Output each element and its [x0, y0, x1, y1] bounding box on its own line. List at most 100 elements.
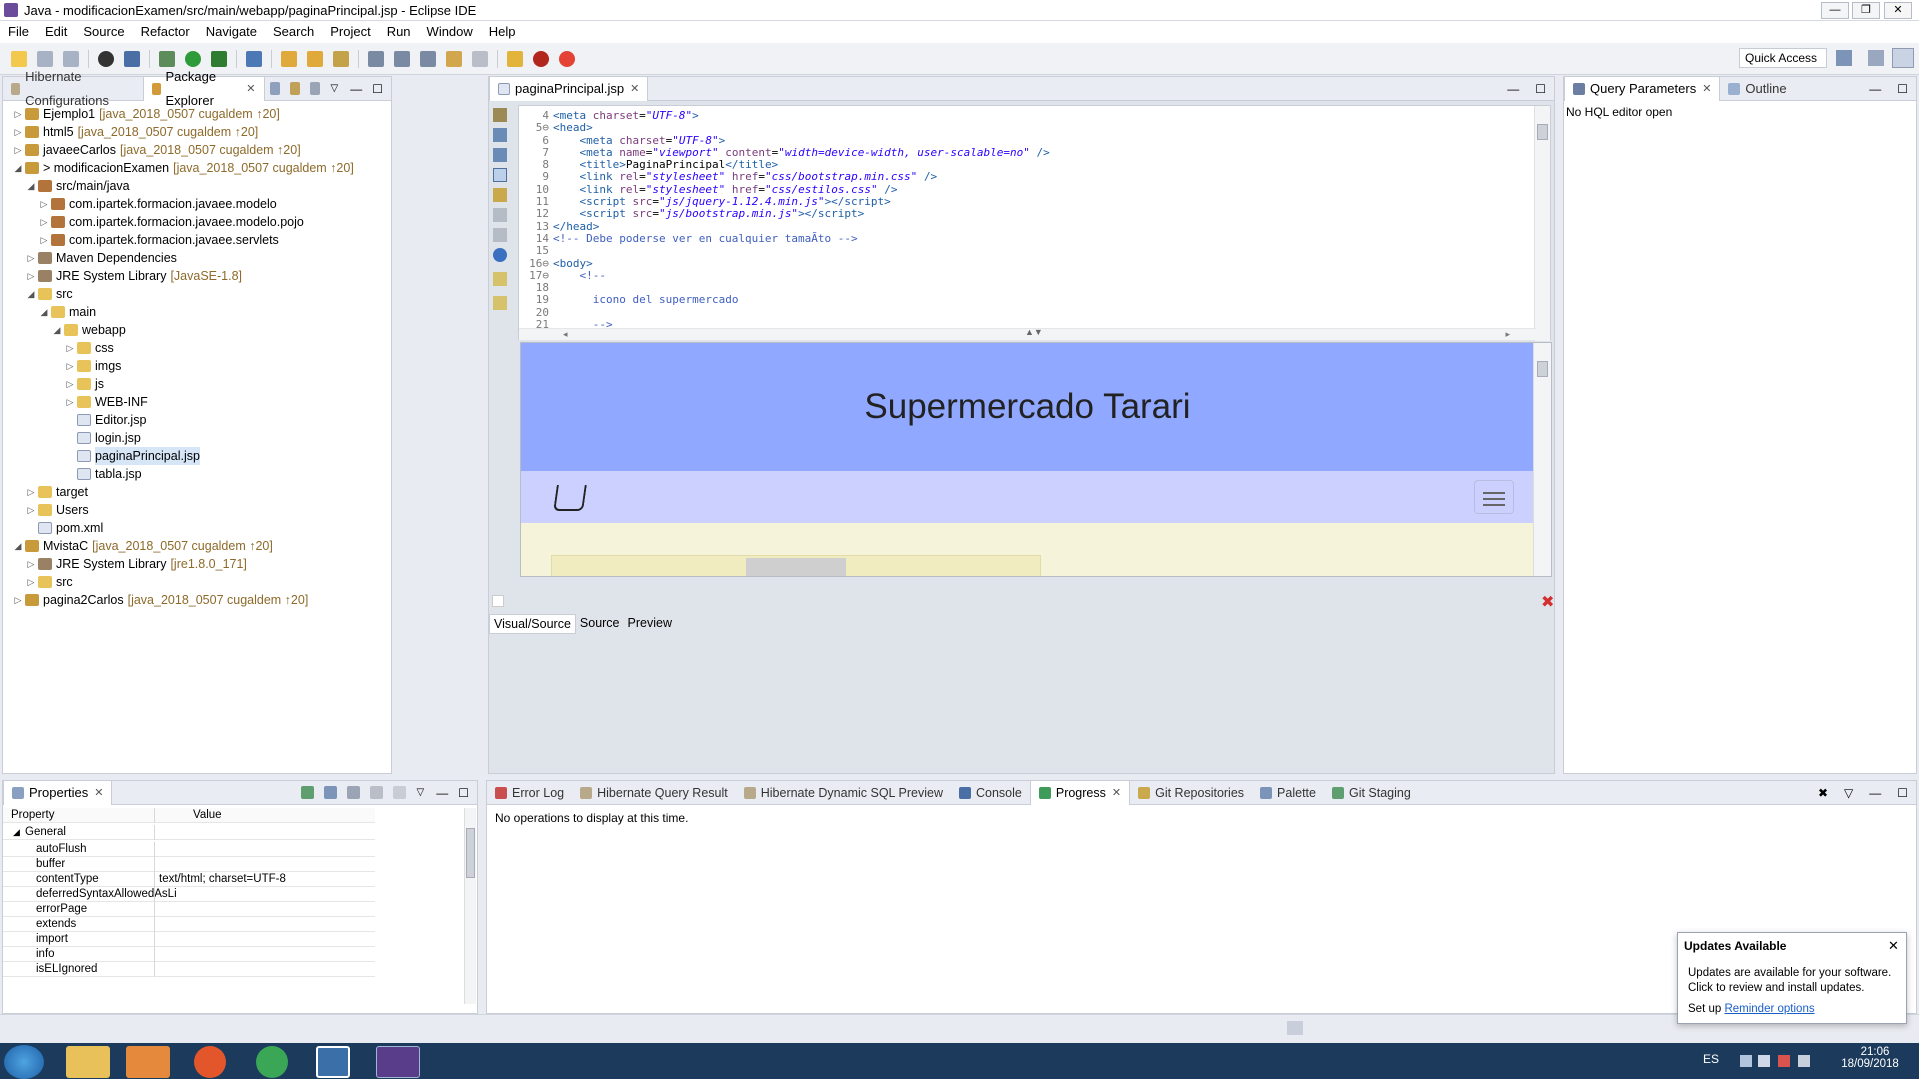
expand-arrow-icon[interactable]: ◢ [52, 321, 62, 339]
menu-help[interactable]: Help [489, 21, 516, 43]
chrome-taskbar-icon[interactable] [256, 1046, 288, 1078]
property-row[interactable]: buffer [3, 857, 375, 872]
expand-arrow-icon[interactable]: ▷ [13, 591, 23, 609]
expand-arrow-icon[interactable]: ▷ [13, 105, 23, 123]
annotation-icon[interactable] [368, 50, 384, 67]
tab-hibernate-configurations[interactable]: Hibernate Configurations [3, 69, 143, 108]
reminder-options-link[interactable]: Reminder options [1724, 1003, 1814, 1015]
tools-icon[interactable] [493, 108, 507, 122]
tree-item[interactable]: ◢ main [39, 303, 97, 321]
maximize-view-icon[interactable]: ☐ [372, 82, 383, 96]
tree-item[interactable]: tabla.jsp [65, 465, 142, 483]
refresh-server-icon[interactable] [559, 50, 575, 67]
tree-item[interactable]: ▷ html5 [java_2018_0507 cugaldem ↑20] [13, 123, 259, 141]
expand-arrow-icon[interactable]: ▷ [65, 393, 75, 411]
property-row[interactable]: extends [3, 917, 375, 932]
menu-search[interactable]: Search [273, 21, 314, 43]
tab-git-staging[interactable]: Git Staging [1324, 781, 1419, 805]
maximize-properties-icon[interactable]: ☐ [458, 786, 469, 800]
volume-icon[interactable] [1758, 1055, 1770, 1067]
tab-source[interactable]: Source [576, 614, 624, 634]
property-row[interactable]: isELIgnored [3, 962, 375, 977]
filter-icon[interactable] [346, 786, 360, 799]
next-annotation-icon[interactable] [394, 50, 410, 67]
app-taskbar-icon[interactable] [316, 1046, 350, 1078]
close-query-tab-icon[interactable]: ✕ [1702, 77, 1711, 101]
tree-item[interactable]: ▷ css [65, 339, 114, 357]
minimize-view-icon[interactable]: — [350, 82, 362, 96]
tree-item[interactable]: ▷ WEB-INF [65, 393, 148, 411]
globe-icon[interactable] [493, 248, 507, 262]
expand-general-icon[interactable]: ◢ [13, 825, 20, 840]
tree-item[interactable]: ▷ pagina2Carlos [java_2018_0507 cugaldem ↑… [13, 591, 309, 609]
code-vertical-scrollbar[interactable] [1534, 106, 1550, 341]
maximize-editor-icon[interactable]: ☐ [1535, 82, 1546, 96]
tree-item[interactable]: ◢ src/main/java [26, 177, 130, 195]
templates-icon[interactable] [493, 272, 507, 286]
expand-arrow-icon[interactable]: ▷ [26, 573, 36, 591]
language-indicator[interactable]: ES [1703, 1052, 1719, 1066]
source-view-icon[interactable] [493, 168, 507, 182]
maximize-button[interactable]: ❐ [1852, 2, 1880, 19]
tree-item[interactable]: ▷ Users [26, 501, 89, 519]
quick-access-field[interactable]: Quick Access [1739, 48, 1827, 68]
properties-view-menu-icon[interactable]: ▽ [417, 787, 425, 798]
tree-item[interactable]: ▷ imgs [65, 357, 122, 375]
expand-arrow-icon[interactable]: ◢ [39, 303, 49, 321]
expand-arrow-icon[interactable]: ◢ [26, 285, 36, 303]
media-player-taskbar-icon[interactable] [126, 1046, 170, 1078]
close-tab-icon[interactable]: ✕ [246, 77, 255, 101]
tab-visual-source[interactable]: Visual/Source [489, 614, 576, 634]
templates-alt-icon[interactable] [493, 296, 507, 310]
open-type-icon[interactable] [281, 50, 297, 67]
perspective-java-icon[interactable] [1892, 48, 1914, 68]
status-checkbox[interactable] [492, 595, 504, 607]
expand-arrow-icon[interactable]: ▷ [26, 267, 36, 285]
tree-item[interactable]: login.jsp [65, 429, 141, 447]
remove-all-icon[interactable]: ✖ [1818, 786, 1828, 800]
property-row[interactable]: info [3, 947, 375, 962]
close-editor-tab-icon[interactable]: ✕ [630, 77, 639, 101]
property-row[interactable]: errorPage [3, 902, 375, 917]
minimize-properties-icon[interactable]: — [436, 786, 448, 800]
forward-icon[interactable] [493, 228, 507, 242]
tab-console[interactable]: Console [951, 781, 1030, 805]
page-design-icon[interactable] [493, 148, 507, 162]
network-icon[interactable] [1778, 1055, 1790, 1067]
tab-outline[interactable]: Outline [1720, 77, 1794, 101]
expand-arrow-icon[interactable]: ▷ [26, 249, 36, 267]
tab-package-explorer[interactable]: Package Explorer ✕ [142, 69, 265, 108]
tree-item[interactable]: ▷ Ejemplo1 [java_2018_0507 cugaldem ↑20] [13, 105, 280, 123]
expand-arrow-icon[interactable]: ▷ [26, 501, 36, 519]
expand-arrow-icon[interactable]: ◢ [26, 177, 36, 195]
view-menu-icon[interactable]: ▽ [1844, 786, 1853, 800]
properties-group-general[interactable]: ◢ General [3, 825, 375, 840]
split-arrows-icon[interactable]: ▲▼ [1025, 327, 1043, 337]
tree-item[interactable]: ◢ MvistaC [java_2018_0507 cugaldem ↑20] [13, 537, 273, 555]
close-window-button[interactable]: ✕ [1884, 2, 1912, 19]
tray-arrow-icon[interactable] [1740, 1055, 1752, 1067]
start-button[interactable] [4, 1045, 44, 1079]
tree-item[interactable]: ◢ webapp [52, 321, 126, 339]
close-properties-tab-icon[interactable]: ✕ [94, 781, 103, 805]
expand-arrow-icon[interactable]: ▷ [26, 483, 36, 501]
source-editor[interactable]: 4 <meta charset="UTF-8"> 5⊖ <head> 6 <meta c… [518, 105, 1551, 343]
tree-item[interactable]: ▷ js [65, 375, 105, 393]
tab-preview[interactable]: Preview [624, 614, 676, 634]
expand-arrow-icon[interactable]: ▷ [65, 375, 75, 393]
close-notification-icon[interactable]: ✕ [1888, 938, 1899, 954]
tab-error-log[interactable]: Error Log [487, 781, 572, 805]
updates-notification[interactable]: Updates Available ✕ Updates are availabl… [1677, 932, 1907, 1024]
menu-project[interactable]: Project [330, 21, 370, 43]
zoom-icon[interactable] [493, 128, 507, 142]
hamburger-menu-icon[interactable] [1474, 480, 1514, 514]
tab-hibernate-query-result[interactable]: Hibernate Query Result [572, 781, 736, 805]
open-folder-icon[interactable] [307, 50, 323, 67]
close-preview-icon[interactable]: ✖ [1541, 592, 1554, 612]
expand-arrow-icon[interactable]: ▷ [65, 339, 75, 357]
pin-icon[interactable] [507, 50, 523, 67]
tree-item[interactable]: paginaPrincipal.jsp [65, 447, 200, 465]
tab-git-repositories[interactable]: Git Repositories [1130, 781, 1252, 805]
menu-file[interactable]: File [8, 21, 29, 43]
tree-item[interactable]: ▷ com.ipartek.formacion.javaee.modelo.poj… [39, 213, 304, 231]
